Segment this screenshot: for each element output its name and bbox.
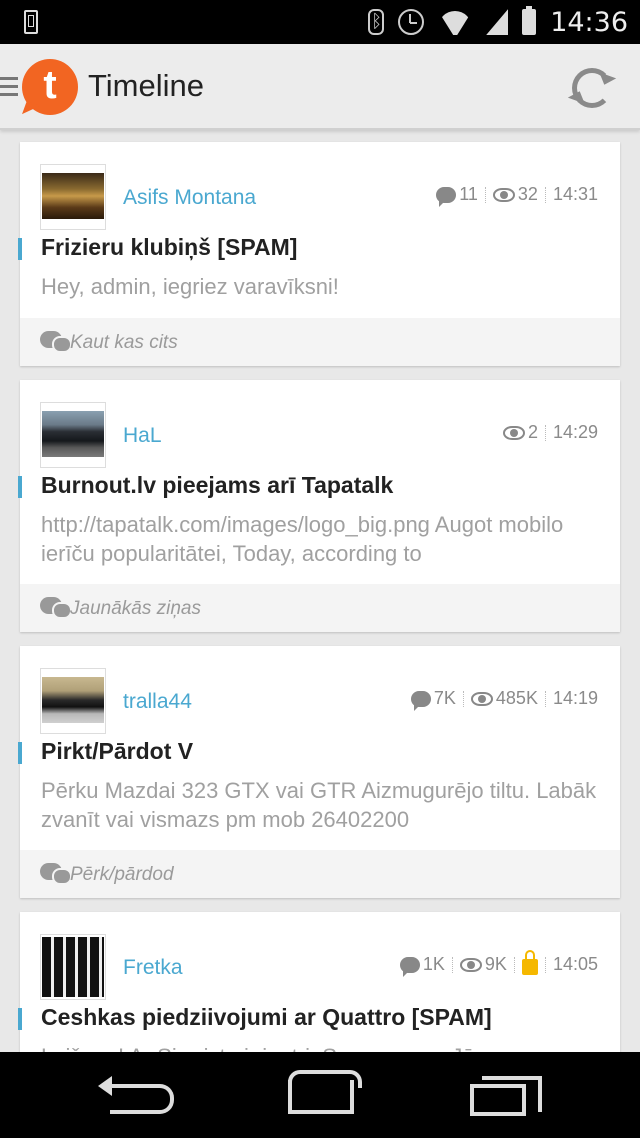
page-title: Timeline <box>88 68 204 103</box>
avatar[interactable] <box>40 164 106 230</box>
topic-excerpt: Pērku Mazdai 323 GTX vai GTR Aizmugurējo… <box>41 778 597 832</box>
refresh-icon[interactable] <box>572 68 612 108</box>
post-time: 14:29 <box>552 422 598 442</box>
forum-footer[interactable]: Kaut kas cits <box>20 318 620 366</box>
status-bar: 14:36 <box>0 0 640 44</box>
reply-count: 7K <box>433 688 456 708</box>
topic-meta: 2 14:29 <box>502 422 598 443</box>
signal-icon <box>486 9 509 35</box>
unread-indicator <box>18 238 22 260</box>
view-count: 32 <box>517 184 538 204</box>
post-time: 14:19 <box>552 688 598 708</box>
view-count: 9K <box>484 954 507 974</box>
recent-apps-icon[interactable] <box>470 1076 542 1116</box>
battery-icon <box>522 6 537 35</box>
phone-icon <box>24 10 38 34</box>
eye-icon <box>459 957 482 972</box>
alarm-icon <box>398 9 425 35</box>
forum-name: Jaunākās ziņas <box>70 598 201 619</box>
author-name[interactable]: Asifs Montana <box>123 186 256 210</box>
eye-icon <box>502 425 525 440</box>
forum-footer[interactable]: Jaunākās ziņas <box>20 584 620 632</box>
topic-excerpt: Hey, admin, iegriez varavīksni! <box>41 274 339 299</box>
avatar[interactable] <box>40 402 106 468</box>
forum-icon <box>40 331 72 353</box>
tapatalk-logo[interactable]: t <box>22 59 78 115</box>
eye-icon <box>492 187 515 202</box>
topic-meta: 7K 485K 14:19 <box>410 688 598 711</box>
author-name[interactable]: Fretka <box>123 956 183 980</box>
avatar[interactable] <box>40 934 106 1000</box>
menu-icon[interactable] <box>0 77 18 101</box>
unread-indicator <box>18 476 22 498</box>
timeline-feed[interactable]: Asifs Montana 11 32 14:31 Frizieru klubi… <box>0 130 640 1052</box>
forum-name: Kaut kas cits <box>70 332 178 353</box>
topic-card[interactable]: tralla44 7K 485K 14:19 Pirkt/Pārdot V Pē… <box>18 646 620 898</box>
author-name[interactable]: tralla44 <box>123 690 192 714</box>
navigation-bar <box>0 1052 640 1138</box>
forum-name: Pērk/pārdod <box>70 864 174 885</box>
unread-indicator <box>18 1008 22 1030</box>
topic-title[interactable]: Ceshkas piedziivojumi ar Quattro [SPAM] <box>41 1004 492 1031</box>
bluetooth-icon <box>368 9 385 35</box>
home-icon[interactable] <box>288 1070 362 1114</box>
post-time: 14:31 <box>552 184 598 204</box>
back-icon[interactable] <box>98 1076 174 1114</box>
avatar[interactable] <box>40 668 106 734</box>
comment-icon <box>410 690 431 711</box>
topic-meta: 11 32 14:31 <box>436 184 598 207</box>
topic-title[interactable]: Pirkt/Pārdot V <box>41 738 193 765</box>
status-icons: 14:36 <box>368 0 628 44</box>
forum-icon <box>40 863 72 885</box>
post-time: 14:05 <box>552 954 598 974</box>
comment-icon <box>436 186 457 207</box>
author-name[interactable]: HaL <box>123 424 162 448</box>
app-bar: t Timeline <box>0 44 640 130</box>
topic-title[interactable]: Frizieru klubiņš [SPAM] <box>41 234 297 261</box>
forum-footer[interactable]: Pērk/pārdod <box>20 850 620 898</box>
view-count: 2 <box>527 422 538 442</box>
status-clock: 14:36 <box>550 6 628 38</box>
topic-card[interactable]: HaL 2 14:29 Burnout.lv pieejams arī Tapa… <box>18 380 620 632</box>
forum-icon <box>40 597 72 619</box>
reply-count: 1K <box>422 954 445 974</box>
unread-indicator <box>18 742 22 764</box>
topic-card[interactable]: Fretka 1K 9K 14:05 Ceshkas piedziivojumi… <box>18 912 620 1052</box>
comment-icon <box>399 956 420 977</box>
view-count: 485K <box>495 688 538 708</box>
topic-excerpt: http://tapatalk.com/images/logo_big.png … <box>41 512 564 566</box>
wifi-icon <box>438 9 472 35</box>
eye-icon <box>470 691 493 706</box>
topic-meta: 1K 9K 14:05 <box>399 949 598 977</box>
topic-card[interactable]: Asifs Montana 11 32 14:31 Frizieru klubi… <box>18 142 620 366</box>
lock-icon <box>521 949 538 975</box>
topic-title[interactable]: Burnout.lv pieejams arī Tapatalk <box>41 472 393 499</box>
topic-excerpt: Laižam ! Ar Sierristu ir jautri. Sorry, … <box>41 1042 601 1052</box>
reply-count: 11 <box>459 184 478 204</box>
